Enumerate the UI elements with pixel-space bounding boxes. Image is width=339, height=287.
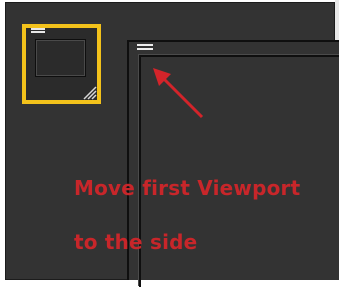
resize-grip-icon[interactable] xyxy=(81,84,97,100)
screenshot-frame: Move first Viewport to the side xyxy=(0,0,339,287)
hamburger-icon[interactable] xyxy=(31,28,45,34)
annotation-text: Move first Viewport to the side xyxy=(74,148,334,283)
hamburger-icon[interactable] xyxy=(137,44,153,52)
annotation-line-2: to the side xyxy=(74,230,198,254)
annotation-line-1: Move first Viewport xyxy=(74,176,301,200)
arrow-icon xyxy=(153,68,204,119)
thumbnail-viewport-preview xyxy=(35,39,86,77)
viewport-thumbnail[interactable] xyxy=(22,24,101,104)
